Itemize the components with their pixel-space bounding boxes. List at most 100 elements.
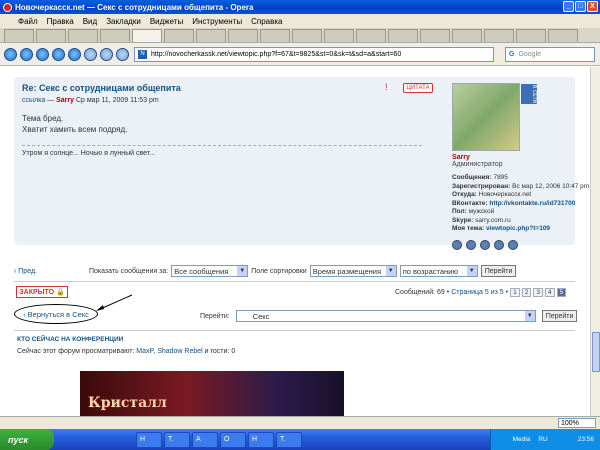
address-field[interactable]: N http://novocherkassk.net/viewtopic.php… (134, 47, 494, 62)
search-field[interactable]: G Google (505, 47, 595, 62)
back-to-forum-link[interactable]: ‹ Вернуться в Секс (14, 304, 98, 324)
page-link[interactable]: 3 (533, 288, 543, 297)
language-indicator[interactable]: RU (538, 436, 547, 443)
profile-registered: Зарегистрирован: Вс мар 12, 2006 10:47 p… (452, 183, 589, 192)
tab[interactable] (484, 29, 514, 42)
fast-forward-icon[interactable] (52, 47, 65, 61)
tab[interactable] (4, 29, 34, 42)
jump-go-button[interactable]: Перейти (541, 310, 578, 322)
tab[interactable] (36, 29, 66, 42)
taskbar-item[interactable]: H (136, 431, 162, 448)
order-select[interactable]: по возрастанию ▼ (399, 265, 478, 277)
ad-banner[interactable]: Кристалл (80, 371, 344, 416)
show-select[interactable]: Все сообщения ▼ (171, 265, 249, 277)
home-icon[interactable] (84, 47, 97, 61)
taskbar-item[interactable]: H (248, 431, 274, 448)
tab[interactable] (420, 29, 450, 42)
tab[interactable] (516, 29, 546, 42)
post-date: Ср мар 11, 2009 11:53 pm (74, 97, 159, 104)
online-user[interactable]: Shadow Rebel (157, 348, 203, 355)
show-label: Показать сообщения за: (88, 267, 169, 275)
page-current: 5 (556, 288, 567, 297)
menu-file[interactable]: Файл (18, 17, 38, 26)
who-online-line: Сейчас этот форум просматривают: MaxP, S… (17, 348, 235, 355)
menu-help[interactable]: Справка (251, 17, 282, 26)
order-select-value: по возрастанию (402, 266, 458, 276)
pm-icon[interactable] (452, 239, 462, 250)
tab[interactable] (68, 29, 98, 42)
prev-link[interactable]: ‹ Пред. (14, 268, 37, 275)
profile-mytopic-link[interactable]: viewtopic.php?t=109 (486, 225, 550, 232)
tab[interactable] (196, 29, 226, 42)
tab[interactable] (356, 29, 386, 42)
page-link[interactable]: 2 (521, 288, 532, 297)
minimize-button[interactable]: _ (563, 1, 574, 12)
menu-tools[interactable]: Инструменты (192, 17, 242, 26)
jump-select-value: Секс (252, 311, 270, 321)
menu-edit[interactable]: Правка (47, 17, 74, 26)
tab[interactable] (324, 29, 354, 42)
profile-messages: Сообщения: 7895 (452, 174, 570, 183)
menu-bookmarks[interactable]: Закладки (106, 17, 141, 26)
taskbar-item[interactable]: A (192, 431, 218, 448)
skype-icon[interactable] (508, 239, 518, 250)
post-body-line: Тема бред. (22, 114, 64, 123)
close-button[interactable]: X (587, 1, 598, 12)
report-icon[interactable]: ! (385, 82, 388, 92)
tab[interactable] (260, 29, 290, 42)
system-tray: Media RU 23:56 (490, 429, 600, 450)
tab[interactable] (228, 29, 258, 42)
profile-label: Пол: (452, 208, 467, 215)
post-body-line: Хватит хамить всем подряд. (22, 125, 128, 134)
tab[interactable] (292, 29, 322, 42)
tab-active[interactable] (132, 29, 162, 42)
tab[interactable] (548, 29, 578, 42)
tray-media[interactable]: Media (513, 436, 531, 443)
jump-select[interactable]: Секс ▼ (235, 310, 536, 322)
page-link[interactable]: 1 (510, 288, 520, 297)
post-link[interactable]: ссылка (22, 97, 45, 104)
window-title-bar[interactable]: Новочеркасск.net — Секс с сотрудницами о… (0, 0, 600, 14)
opera-icon (3, 2, 12, 12)
online-user[interactable]: MaxP (136, 348, 153, 355)
tab[interactable] (388, 29, 418, 42)
email-icon[interactable] (466, 239, 476, 250)
taskbar-item[interactable]: O (220, 431, 246, 448)
vertical-scrollbar[interactable] (590, 67, 600, 416)
quote-button[interactable]: ЦИТАТА (403, 83, 433, 93)
topic-locked-button[interactable]: ЗАКРЫТО 🔒 (16, 286, 68, 298)
sort-go-button[interactable]: Перейти (480, 265, 517, 277)
start-button[interactable]: пуск (0, 429, 54, 450)
maximize-button[interactable]: □ (575, 1, 586, 12)
scrollbar-thumb[interactable] (592, 332, 600, 372)
zoom-select[interactable]: 100% (558, 418, 596, 428)
taskbar-item[interactable]: T. (164, 431, 190, 448)
tab[interactable] (452, 29, 482, 42)
window-title: Новочеркасск.net — Секс с сотрудницами о… (15, 2, 254, 12)
reload-icon[interactable] (68, 47, 81, 61)
menu-bar: Файл Правка Вид Закладки Виджеты Инструм… (0, 14, 600, 28)
menu-widgets[interactable]: Виджеты (150, 17, 183, 26)
wand-icon[interactable] (116, 47, 129, 61)
profile-name[interactable]: Sarry (452, 154, 570, 161)
page-link[interactable]: 4 (544, 288, 555, 297)
forward-arrow-icon[interactable] (20, 47, 33, 61)
post-title[interactable]: Re: Секс с сотрудницами общепита (22, 83, 181, 93)
chevron-down-icon: ▼ (524, 311, 535, 321)
post-author[interactable]: Sarry (56, 97, 74, 104)
edit-icon[interactable] (100, 47, 113, 61)
website-icon[interactable] (480, 239, 490, 250)
menu-view[interactable]: Вид (83, 17, 97, 26)
tab[interactable] (100, 29, 130, 42)
sort-select[interactable]: Время размещения ▼ (309, 265, 397, 277)
tab[interactable] (164, 29, 194, 42)
profile-mytopic: Моя тема: viewtopic.php?t=109 (452, 225, 570, 234)
taskbar-item[interactable]: T. (276, 431, 302, 448)
icq-icon[interactable] (494, 239, 504, 250)
status-bar: 100% (0, 416, 600, 429)
back-arrow-icon[interactable] (4, 47, 17, 61)
who-online-heading: КТО СЕЙЧАС НА КОНФЕРЕНЦИИ (17, 336, 124, 343)
page-info[interactable]: • Страница 5 из 5 • (447, 289, 508, 296)
profile-vk-link[interactable]: http://vkontakte.ru/id731700 (489, 200, 575, 207)
fast-back-icon[interactable] (36, 47, 49, 61)
